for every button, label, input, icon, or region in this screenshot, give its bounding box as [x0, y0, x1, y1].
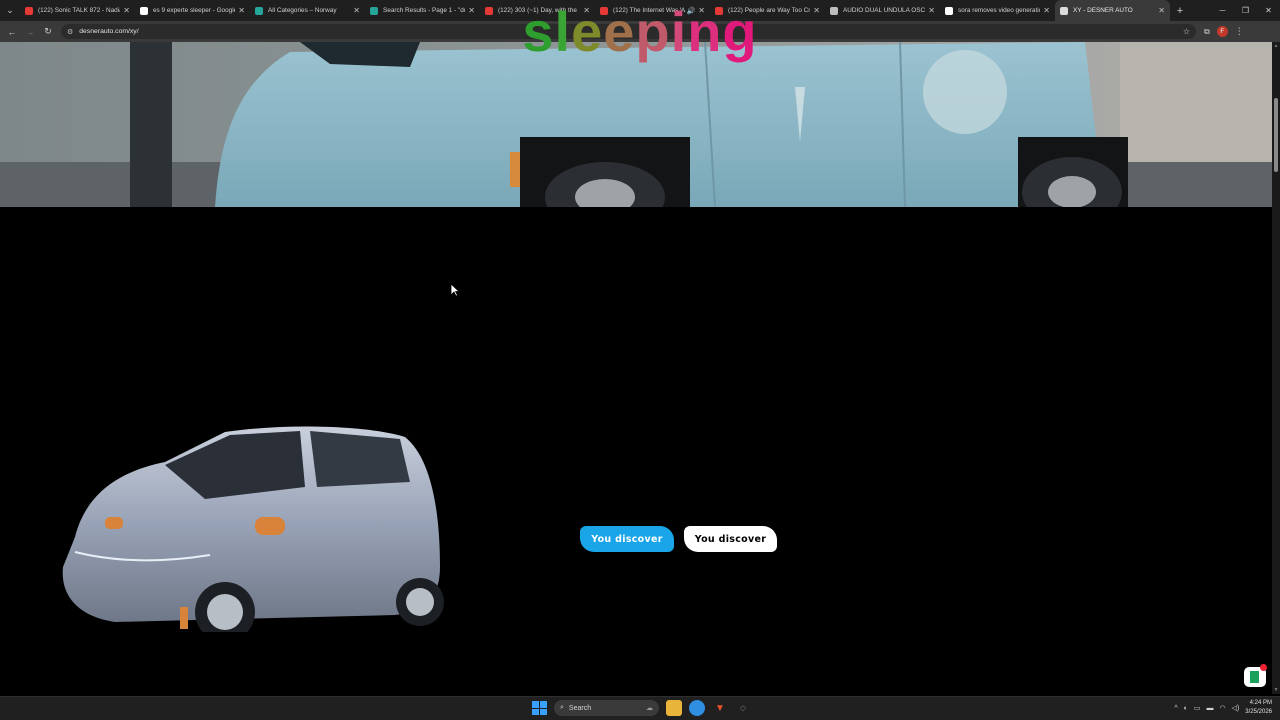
chat-widget-button[interactable]: [1244, 664, 1267, 687]
search-highlight-icon: ☁: [646, 705, 653, 712]
tab-close-icon[interactable]: ✕: [928, 6, 935, 15]
tab-close-icon[interactable]: ✕: [698, 6, 705, 15]
taskbar-search-box[interactable]: ⌕ Search ☁: [554, 700, 659, 716]
browser-tab[interactable]: (122) 303 (~1) Day, with the ✕: [480, 0, 595, 21]
extensions-icon[interactable]: ⧉: [1204, 27, 1210, 37]
site-info-icon[interactable]: ⚙: [67, 28, 73, 36]
taskbar-search-label: Search: [568, 704, 592, 712]
tab-favicon-icon: [600, 6, 608, 15]
system-tray: ^ ◐ ▭ ▬ ◠ ◁) 4:24 PM 3/25/2026: [1174, 699, 1272, 717]
menu-icon[interactable]: ⋮: [1235, 26, 1244, 37]
tab-title: (122) 303 (~1) Day, with the: [498, 7, 577, 14]
page-scrollbar[interactable]: ▲ ▼: [1272, 42, 1280, 694]
tab-close-icon[interactable]: ✕: [468, 6, 475, 15]
browser-toolbar: ← → ↻ ⚙ desnerauto.com/xy/ ☆ ⧉ F ⋮: [0, 21, 1280, 42]
tab-favicon-icon: [370, 6, 378, 15]
toolbar-right: ⧉ F ⋮: [1204, 26, 1244, 37]
tab-favicon-icon: [485, 6, 493, 15]
browser-tab[interactable]: Search Results - Page 1 - "du ✕: [365, 0, 480, 21]
windows-taskbar: ⌕ Search ☁ ▼ ◌ ^ ◐ ▭ ▬ ◠ ◁) 4:24 PM 3/25…: [0, 696, 1280, 720]
tab-title: AUDIO DUAL UNDULA OSCIL: [843, 7, 926, 14]
browser-tab[interactable]: (122) People are Way Too Cra ✕: [710, 0, 825, 21]
tab-title: (122) People are Way Too Cra: [728, 7, 811, 14]
browser-tab[interactable]: sora removes video generatio ✕: [940, 0, 1055, 21]
tab-close-icon[interactable]: ✕: [583, 6, 590, 15]
browser-tab[interactable]: XY - DESNER AUTO ✕: [1055, 0, 1170, 21]
tray-flag-icon[interactable]: ▬: [1206, 705, 1213, 712]
tray-overflow-icon[interactable]: ^: [1174, 705, 1177, 712]
browser-tab[interactable]: All Categories – Norway ✕: [250, 0, 365, 21]
you-discover-primary-button[interactable]: You discover: [580, 526, 674, 552]
browser-tab[interactable]: (122) Sonic TALK 872 - Nadia ✕: [20, 0, 135, 21]
tab-title: (122) Sonic TALK 872 - Nadia: [38, 7, 121, 14]
window-controls: ─ ❐ ✕: [1211, 0, 1280, 21]
restore-icon[interactable]: ❐: [1234, 6, 1257, 15]
chat-widget-icon: [1250, 671, 1259, 683]
tab-favicon-icon: [1060, 6, 1068, 15]
tab-favicon-icon: [715, 6, 723, 15]
new-tab-button[interactable]: +: [1170, 0, 1190, 21]
tab-close-icon[interactable]: ✕: [1158, 6, 1165, 15]
volume-icon[interactable]: ◁): [1232, 704, 1240, 712]
hero-banner-image: [0, 42, 1272, 207]
close-window-icon[interactable]: ✕: [1257, 6, 1280, 15]
tab-title: Search Results - Page 1 - "du: [383, 7, 466, 14]
tray-network-icon[interactable]: ▭: [1194, 704, 1201, 712]
browser-tab[interactable]: (122) The Internet Was W 🔊 ✕: [595, 0, 710, 21]
tray-app-icon[interactable]: ◐: [1184, 705, 1188, 712]
tab-close-icon[interactable]: ✕: [238, 6, 245, 15]
browser-tab[interactable]: es 9 experte sleeper - Google ✕: [135, 0, 250, 21]
wifi-icon[interactable]: ◠: [1219, 704, 1225, 712]
minimize-icon[interactable]: ─: [1211, 6, 1234, 15]
tab-title: sora removes video generatio: [958, 7, 1041, 14]
tab-title: XY - DESNER AUTO: [1073, 7, 1133, 14]
browser-tab[interactable]: AUDIO DUAL UNDULA OSCIL ✕: [825, 0, 940, 21]
chrome-icon[interactable]: [689, 700, 705, 716]
you-discover-secondary-button[interactable]: You discover: [684, 526, 777, 552]
url-text: desnerauto.com/xy/: [79, 28, 139, 35]
scroll-down-icon[interactable]: ▼: [1272, 687, 1280, 693]
tabs-container: (122) Sonic TALK 872 - Nadia ✕ es 9 expert…: [20, 0, 1170, 21]
tab-title: (122) The Internet Was W: [613, 7, 685, 14]
clock-time: 4:24 PM: [1249, 700, 1272, 706]
taskbar-center: ⌕ Search ☁ ▼ ◌: [531, 700, 751, 716]
tab-title: All Categories – Norway: [268, 7, 337, 14]
tab-search-icon[interactable]: ⌄: [0, 0, 20, 21]
tab-audio-icon[interactable]: 🔊: [687, 7, 696, 15]
screen: ⌄ (122) Sonic TALK 872 - Nadia ✕ es 9 expe…: [0, 0, 1280, 720]
product-car-image: [55, 417, 450, 642]
file-explorer-icon[interactable]: [666, 700, 682, 716]
web-page: You discover You discover: [0, 42, 1272, 694]
tab-favicon-icon: [945, 6, 953, 15]
tab-close-icon[interactable]: ✕: [813, 6, 820, 15]
bookmark-star-icon[interactable]: ☆: [1183, 27, 1190, 36]
tab-strip: ⌄ (122) Sonic TALK 872 - Nadia ✕ es 9 expe…: [0, 0, 1280, 21]
back-icon[interactable]: ←: [3, 27, 21, 37]
tab-close-icon[interactable]: ✕: [1043, 6, 1050, 15]
clock-date: 3/25/2026: [1245, 709, 1272, 715]
tab-close-icon[interactable]: ✕: [353, 6, 360, 15]
notification-dot: [1260, 664, 1267, 671]
address-bar[interactable]: ⚙ desnerauto.com/xy/ ☆: [61, 24, 1196, 39]
profile-avatar[interactable]: F: [1216, 26, 1228, 37]
brave-icon[interactable]: ▼: [712, 700, 728, 716]
tab-favicon-icon: [255, 6, 263, 15]
tab-title: es 9 experte sleeper - Google: [153, 7, 236, 14]
scroll-up-icon[interactable]: ▲: [1272, 43, 1280, 49]
tab-favicon-icon: [830, 6, 838, 15]
clock[interactable]: 4:24 PM 3/25/2026: [1245, 699, 1272, 717]
search-icon: ⌕: [560, 704, 564, 711]
forward-icon[interactable]: →: [21, 27, 39, 37]
tab-close-icon[interactable]: ✕: [123, 6, 130, 15]
app-icon[interactable]: ◌: [735, 700, 751, 716]
mouse-cursor-icon: [450, 283, 460, 297]
tab-favicon-icon: [25, 6, 33, 15]
reload-icon[interactable]: ↻: [39, 26, 57, 37]
tab-favicon-icon: [140, 6, 148, 15]
scrollbar-thumb[interactable]: [1274, 98, 1278, 172]
windows-start-icon[interactable]: [531, 700, 547, 716]
